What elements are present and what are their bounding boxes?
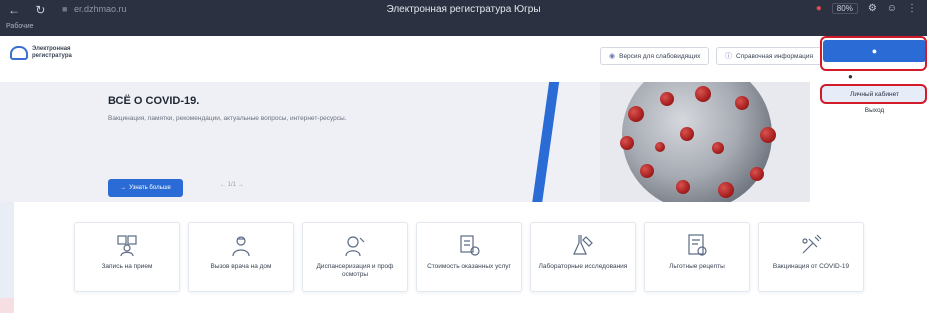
services-grid: Запись на прием Вызов врача на дом Диспа… xyxy=(74,222,864,292)
bookmarks-bar[interactable]: Рабочие xyxy=(6,23,34,30)
site-header: Электронная регистратура ◉ Версия для сл… xyxy=(0,36,927,82)
hero-pager[interactable]: ← 1/1 → xyxy=(220,182,244,188)
arrow-right-icon: → xyxy=(120,185,127,191)
service-label: Вакцинация от COVID-19 xyxy=(772,263,850,270)
service-tile-checkup[interactable]: Диспансеризация и проф осмотры xyxy=(302,222,408,292)
service-label: Стоимость оказанных услуг xyxy=(427,263,511,270)
logo-heart-icon xyxy=(10,46,28,60)
virus-spike xyxy=(628,106,644,122)
hero-subtitle: Вакцинация, памятки, рекомендации, актуа… xyxy=(108,115,347,122)
virus-spike xyxy=(655,142,665,152)
checkup-icon xyxy=(345,236,365,257)
menu-icon[interactable]: ⋮ xyxy=(907,3,917,14)
service-tile-prescription[interactable]: Льготные рецепты xyxy=(644,222,750,292)
learn-more-button[interactable]: → Узнать больше xyxy=(108,179,183,197)
virus-spike xyxy=(660,92,674,106)
info-icon: ⓘ xyxy=(725,53,732,60)
covid-virus-image xyxy=(600,82,810,202)
virus-spike xyxy=(735,96,749,110)
service-label: Льготные рецепты xyxy=(669,263,725,270)
service-tile-cost[interactable]: Стоимость оказанных услуг xyxy=(416,222,522,292)
virus-spike xyxy=(712,142,724,154)
virus-spike xyxy=(680,127,694,141)
cost-icon xyxy=(460,235,480,256)
virus-spike xyxy=(676,180,690,194)
logo-line-1: Электронная xyxy=(32,46,71,52)
pager-next-icon[interactable]: → xyxy=(238,182,244,188)
virus-spike xyxy=(695,86,711,102)
vaccine-icon xyxy=(802,234,822,254)
service-label: Запись на прием xyxy=(101,263,153,270)
highlight-outline-user-button xyxy=(820,36,927,71)
browser-chrome: ← ↻ ■ er.dzhmao.ru Электронная регистрат… xyxy=(0,0,927,36)
service-tile-vaccine[interactable]: Вакцинация от COVID-19 xyxy=(758,222,864,292)
info-button[interactable]: ⓘ Справочная информация xyxy=(716,47,822,65)
lab-icon xyxy=(573,235,593,255)
virus-spike xyxy=(620,136,634,150)
accessibility-button[interactable]: ◉ Версия для слабовидящих xyxy=(600,47,710,65)
highlight-outline-cabinet xyxy=(820,84,927,104)
extensions-icon[interactable]: ⚙ xyxy=(868,3,877,14)
virus-spike xyxy=(640,164,654,178)
menu-item-logout[interactable]: Выход xyxy=(822,102,927,118)
service-tile-appointment[interactable]: Запись на прием xyxy=(74,222,180,292)
service-tile-home-visit[interactable]: Вызов врача на дом xyxy=(188,222,294,292)
location-icon[interactable]: ● xyxy=(816,3,822,14)
doctor-appointment-icon xyxy=(117,235,137,257)
virus-spike xyxy=(760,127,776,143)
service-label: Вызов врача на дом xyxy=(210,263,272,270)
profile-icon[interactable]: ☺ xyxy=(887,3,897,14)
site-logo[interactable]: Электронная регистратура xyxy=(10,46,82,60)
pager-prev-icon[interactable]: ← xyxy=(220,182,226,188)
virus-spike xyxy=(718,182,734,198)
service-label: Лабораторные исследования xyxy=(538,263,628,270)
browser-toolbar: ● 80% ⚙ ☺ ⋮ xyxy=(816,3,917,14)
prescription-icon xyxy=(688,234,707,256)
service-label: Диспансеризация и проф осмотры xyxy=(316,263,394,278)
browser-page-title: Электронная регистратура Югры xyxy=(386,4,541,15)
side-accent-red xyxy=(0,298,14,313)
zoom-indicator[interactable]: 80% xyxy=(831,3,858,14)
virus-spike xyxy=(750,167,764,181)
hero-stripe xyxy=(530,82,560,202)
eye-icon: ◉ xyxy=(609,53,616,60)
doctor-home-icon xyxy=(232,236,250,257)
user-small-icon: ● xyxy=(848,72,853,81)
logo-line-2: регистратура xyxy=(32,53,72,59)
hero-title: ВСЁ О COVID-19. xyxy=(108,95,200,107)
service-tile-lab[interactable]: Лабораторные исследования xyxy=(530,222,636,292)
